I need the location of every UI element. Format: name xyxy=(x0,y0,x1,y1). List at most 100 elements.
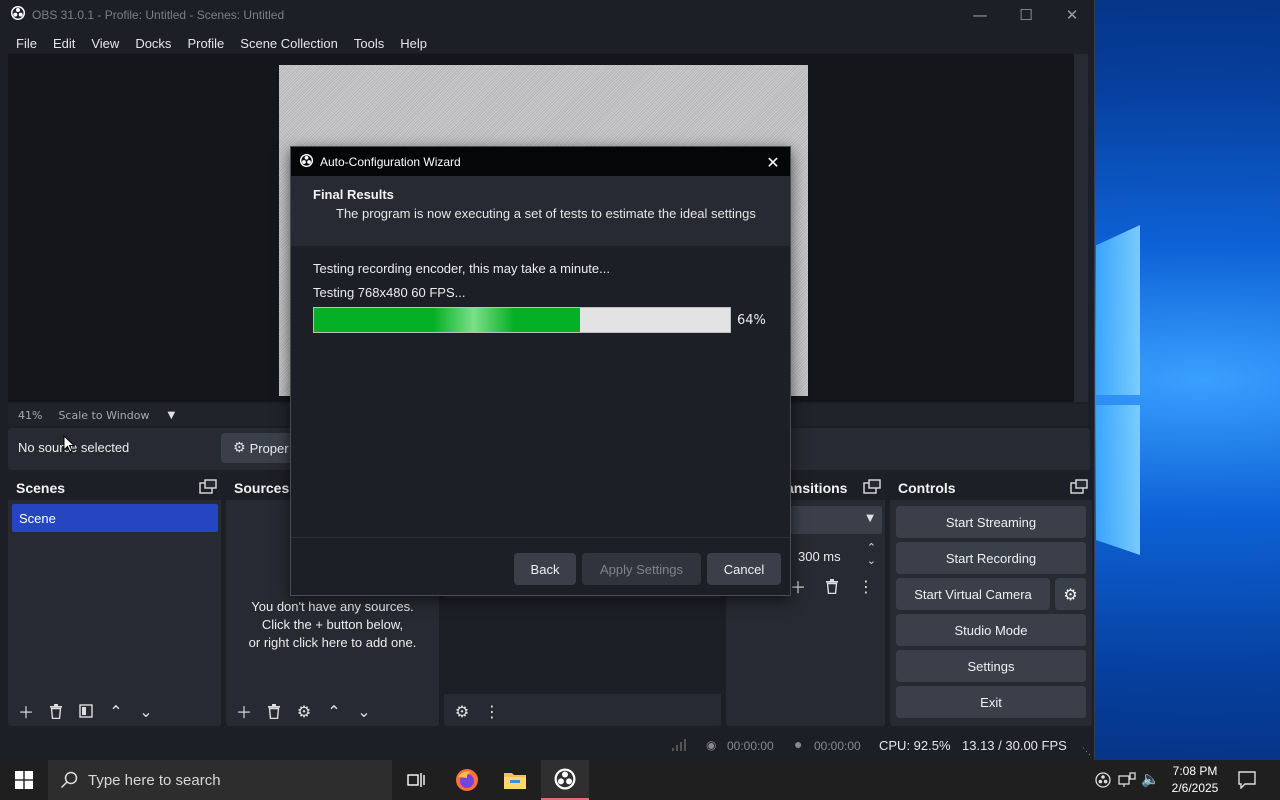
transition-duration[interactable]: 300 ms ⌃ ⌄ xyxy=(790,542,882,570)
properties-button[interactable]: ⚙ Proper xyxy=(221,433,301,463)
chevron-down-icon: ▼ xyxy=(866,513,874,524)
sources-toolbar: ＋ ⚙ ⌃ ⌄ xyxy=(226,696,376,726)
trash-icon[interactable] xyxy=(262,699,286,723)
menu-file[interactable]: File xyxy=(8,36,45,51)
dialog-heading: Final Results xyxy=(313,187,394,202)
obs-tray-icon[interactable] xyxy=(1095,772,1111,791)
record-icon: ● xyxy=(794,736,803,752)
menu-docks[interactable]: Docks xyxy=(127,36,179,51)
chevron-down-icon[interactable]: ▼ xyxy=(167,410,175,421)
dialog-title-bar: Auto-Configuration Wizard xyxy=(291,147,790,176)
menu-profile[interactable]: Profile xyxy=(179,36,232,51)
zoom-level: 41% xyxy=(18,408,43,422)
cpu-usage: CPU: 92.5% xyxy=(879,738,951,753)
network-icon[interactable] xyxy=(1118,772,1136,791)
status-bar: ◉ 00:00:00 ● 00:00:00 CPU: 92.5% 13.13 /… xyxy=(0,732,1094,760)
menu-help[interactable]: Help xyxy=(392,36,435,51)
clock-date: 2/6/2025 xyxy=(1171,781,1219,795)
volume-icon[interactable]: 🔈 xyxy=(1141,770,1160,788)
move-down-icon[interactable]: ⌄ xyxy=(352,699,376,723)
more-options-icon[interactable]: ⋮ xyxy=(854,574,878,598)
undock-icon[interactable] xyxy=(863,479,881,495)
dialog-close-icon[interactable]: ✕ xyxy=(762,151,784,173)
stream-icon: ◉ xyxy=(706,738,717,752)
virtual-camera-settings-gear-icon[interactable]: ⚙ xyxy=(1055,578,1086,610)
back-button[interactable]: Back xyxy=(514,553,576,585)
controls-dock-title: Controls xyxy=(890,476,1092,500)
advanced-audio-gear-icon[interactable]: ⚙ xyxy=(450,699,474,723)
add-icon[interactable]: ＋ xyxy=(232,699,256,723)
studio-mode-button[interactable]: Studio Mode xyxy=(896,614,1086,646)
start-streaming-button[interactable]: Start Streaming xyxy=(896,506,1086,538)
menu-edit[interactable]: Edit xyxy=(45,36,83,51)
properties-label: Proper xyxy=(249,440,289,456)
obs-logo-icon xyxy=(299,153,314,171)
stream-time: 00:00:00 xyxy=(727,739,774,753)
obs-main-window: OBS 31.0.1 - Profile: Untitled - Scenes:… xyxy=(0,0,1095,762)
scene-list-item[interactable]: Scene xyxy=(12,504,218,532)
menu-view[interactable]: View xyxy=(83,36,127,51)
taskbar-search-box[interactable]: Type here to search xyxy=(48,760,392,800)
scale-mode-select[interactable]: Scale to Window xyxy=(58,409,149,422)
search-placeholder: Type here to search xyxy=(88,771,221,789)
settings-button[interactable]: Settings xyxy=(896,650,1086,682)
trash-icon[interactable] xyxy=(44,699,68,723)
taskbar: Type here to search 🔈 7:08 PM 2/6/2025 xyxy=(0,760,1280,800)
start-recording-button[interactable]: Start Recording xyxy=(896,542,1086,574)
undock-icon[interactable] xyxy=(199,479,217,495)
dialog-title: Auto-Configuration Wizard xyxy=(320,154,461,169)
windows-start-icon xyxy=(15,771,33,789)
mouse-cursor-icon xyxy=(63,435,75,453)
windows-logo xyxy=(1096,225,1140,555)
firefox-icon[interactable] xyxy=(443,760,491,800)
transition-select[interactable]: ▼ xyxy=(790,506,882,534)
move-up-icon[interactable]: ⌃ xyxy=(322,699,346,723)
start-button[interactable] xyxy=(0,760,48,800)
scenes-dock: Scenes Scene ＋ ⌃ ⌄ xyxy=(8,476,221,726)
scenes-dock-title: Scenes xyxy=(8,476,221,500)
menu-scene-collection[interactable]: Scene Collection xyxy=(232,36,346,51)
obs-taskbar-icon[interactable] xyxy=(541,760,589,800)
start-virtual-camera-button[interactable]: Start Virtual Camera xyxy=(896,578,1050,610)
test-progress-fill xyxy=(314,308,581,332)
close-window-button[interactable]: ✕ xyxy=(1049,0,1095,30)
fps-counter: 13.13 / 30.00 FPS xyxy=(962,738,1067,753)
obs-logo-icon xyxy=(10,5,26,25)
transition-duration-value: 300 ms xyxy=(798,548,841,564)
task-view-icon[interactable] xyxy=(392,760,440,800)
mixer-area xyxy=(444,598,721,694)
gear-icon[interactable]: ⚙ xyxy=(292,699,316,723)
clock-time: 7:08 PM xyxy=(1172,764,1218,778)
preview-scrollbar[interactable] xyxy=(1074,54,1088,402)
cancel-button[interactable]: Cancel xyxy=(707,553,781,585)
maximize-button[interactable]: ☐ xyxy=(1003,0,1049,30)
menu-tools[interactable]: Tools xyxy=(346,36,392,51)
trash-icon[interactable] xyxy=(820,574,844,598)
sources-empty-line: or right click here to add one. xyxy=(248,635,417,650)
move-up-icon[interactable]: ⌃ xyxy=(104,699,128,723)
taskbar-clock[interactable]: 7:08 PM 2/6/2025 xyxy=(1162,763,1228,797)
filter-icon[interactable] xyxy=(74,699,98,723)
move-down-icon[interactable]: ⌄ xyxy=(134,699,158,723)
test-status-line: Testing recording encoder, this may take… xyxy=(313,261,610,276)
auto-config-wizard-dialog: Auto-Configuration Wizard ✕ Final Result… xyxy=(290,146,791,596)
test-progress-percent: 64% xyxy=(737,313,766,328)
apply-settings-button[interactable]: Apply Settings xyxy=(582,553,701,585)
sources-empty-line: You don't have any sources. xyxy=(251,599,414,614)
notification-center-icon[interactable] xyxy=(1238,771,1256,792)
search-icon xyxy=(60,771,78,789)
title-bar: OBS 31.0.1 - Profile: Untitled - Scenes:… xyxy=(0,0,1094,30)
add-icon[interactable]: ＋ xyxy=(14,699,38,723)
mixer-toolbar: ⚙ ⋮ xyxy=(444,696,504,726)
more-options-icon[interactable]: ⋮ xyxy=(480,699,504,723)
dialog-body: Testing recording encoder, this may take… xyxy=(291,247,790,539)
minimize-button[interactable]: — xyxy=(957,0,1003,30)
resize-grip-icon[interactable]: ⋱ xyxy=(1082,746,1091,757)
exit-button[interactable]: Exit xyxy=(896,686,1086,718)
dialog-header: Final Results The program is now executi… xyxy=(291,176,790,246)
signal-strength-icon xyxy=(672,739,686,754)
stepper-icon[interactable]: ⌃ ⌄ xyxy=(867,542,876,568)
undock-icon[interactable] xyxy=(1070,479,1088,495)
file-explorer-icon[interactable] xyxy=(491,760,539,800)
sources-empty-message: You don't have any sources. Click the + … xyxy=(226,598,439,652)
